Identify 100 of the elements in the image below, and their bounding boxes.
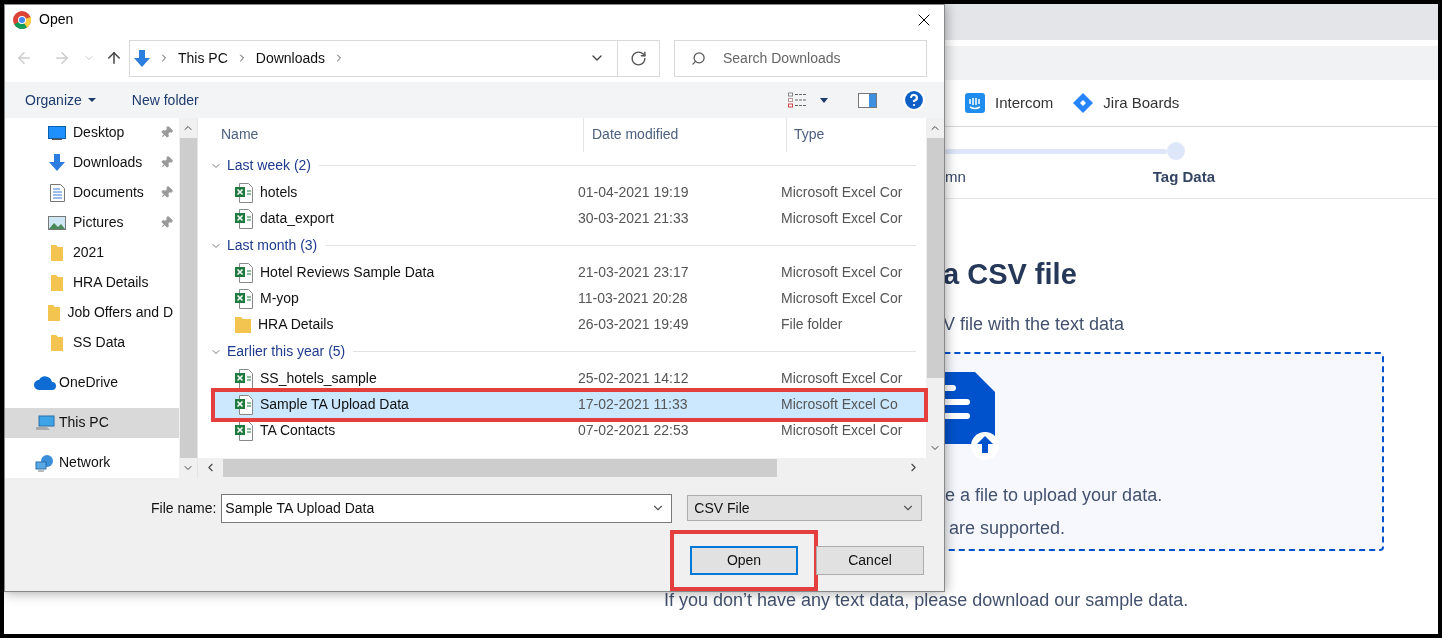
folder-icon — [48, 304, 61, 322]
breadcrumb-item[interactable]: This PC — [178, 47, 228, 69]
folder-icon — [51, 244, 63, 262]
nav-item[interactable]: Network — [5, 448, 179, 478]
column-header[interactable]: Date modified — [583, 118, 786, 152]
spreadsheet-icon — [235, 209, 253, 229]
diamond-icon — [1073, 93, 1094, 113]
breadcrumb-item[interactable]: Downloads — [255, 47, 326, 69]
bookmark-link[interactable]: Intercom — [995, 91, 1054, 115]
file-row[interactable]: M-yop 11-03-2021 20:28 Microsoft Excel Cor — [215, 286, 926, 312]
file-type: Microsoft Excel Cor — [781, 209, 903, 229]
bookmark-link[interactable]: Jira Boards — [1103, 91, 1180, 115]
group-header[interactable]: Last week (2) — [227, 155, 312, 177]
computer-icon — [35, 415, 55, 431]
down-arrow-icon — [134, 49, 150, 67]
file-row[interactable]: hotels 01-04-2021 19:19 Microsoft Excel Cor — [215, 180, 926, 206]
nav-label: Downloads — [73, 153, 143, 173]
file-row[interactable]: data_export 30-03-2021 21:33 Microsoft Excel Cor — [215, 206, 926, 232]
help-icon[interactable] — [902, 88, 926, 113]
file-date: 11-03-2021 20:28 — [578, 289, 689, 309]
spreadsheet-icon — [235, 263, 253, 283]
file-date: 21-03-2021 23:17 — [578, 263, 690, 283]
file-name: HRA Details — [258, 315, 334, 335]
dropzone-text: e a file to upload your data. — [945, 483, 1164, 507]
open-button[interactable]: Open — [690, 546, 798, 575]
new-folder-button[interactable]: New folder — [131, 89, 199, 111]
spreadsheet-icon — [235, 395, 253, 415]
nav-item[interactable]: Job Offers and D — [5, 298, 179, 328]
file-name-label: File name: — [151, 499, 217, 518]
file-row[interactable]: HRA Details 26-03-2021 19:49 File folder — [215, 312, 926, 338]
nav-label: Pictures — [73, 213, 124, 233]
chat-app-icon — [965, 93, 985, 113]
preview-pane-icon[interactable] — [858, 92, 877, 108]
file-type: Microsoft Excel Cor — [781, 421, 903, 441]
group-header[interactable]: Earlier this year (5) — [227, 341, 346, 363]
nav-label: SS Data — [73, 333, 126, 353]
nav-item[interactable]: This PC — [5, 408, 179, 438]
desktop-icon — [48, 126, 66, 140]
cloud-icon — [34, 376, 56, 390]
group-header[interactable]: Last month (3) — [227, 235, 318, 257]
folder-icon — [51, 274, 63, 292]
nav-item[interactable]: 2021 — [5, 238, 179, 268]
scrollbar[interactable] — [926, 118, 944, 458]
nav-item[interactable]: SS Data — [5, 328, 179, 358]
file-type: Microsoft Excel Cor — [781, 289, 903, 309]
file-date: 01-04-2021 19:19 — [578, 183, 690, 203]
search-field[interactable]: Search Downloads — [674, 39, 927, 77]
nav-item[interactable]: OneDrive — [5, 368, 179, 398]
file-row[interactable]: Hotel Reviews Sample Data 21-03-2021 23:17 Microsoft Excel Cor — [215, 260, 926, 286]
nav-label: Job Offers and D — [67, 303, 173, 323]
sample-data-text: If you don’t have any text data, please download our sample data. — [664, 588, 1189, 612]
nav-item[interactable]: Downloads — [5, 148, 179, 178]
column-header[interactable]: Type — [786, 118, 825, 152]
file-name: Sample TA Upload Data — [260, 395, 409, 415]
organize-button[interactable]: Organize — [25, 89, 96, 111]
spreadsheet-icon — [235, 421, 253, 441]
file-name: hotels — [260, 183, 298, 203]
network-icon — [35, 454, 55, 472]
address-bar[interactable]: This PC Downloads — [129, 39, 618, 77]
file-date: 30-03-2021 21:33 — [578, 209, 690, 229]
document-icon — [49, 184, 65, 202]
step-label: mn — [945, 167, 966, 187]
spreadsheet-icon — [235, 289, 253, 309]
folder-icon — [235, 316, 251, 334]
scrollbar[interactable] — [179, 118, 197, 478]
search-placeholder: Search Downloads — [723, 48, 841, 68]
file-type: File folder — [781, 315, 843, 335]
nav-label: Network — [59, 453, 111, 473]
spreadsheet-icon — [235, 183, 253, 203]
nav-item[interactable]: HRA Details — [5, 268, 179, 298]
nav-label: 2021 — [73, 243, 105, 263]
file-type: Microsoft Excel Cor — [781, 369, 903, 389]
file-name: Hotel Reviews Sample Data — [260, 263, 435, 283]
file-name-field[interactable]: Sample TA Upload Data — [221, 494, 673, 523]
spreadsheet-icon — [235, 369, 253, 389]
nav-label: Desktop — [73, 123, 125, 143]
nav-item[interactable]: Documents — [5, 178, 179, 208]
cancel-button[interactable]: Cancel — [816, 546, 924, 575]
nav-item[interactable]: Desktop — [5, 118, 179, 148]
file-name: TA Contacts — [260, 421, 336, 441]
folder-icon — [51, 334, 63, 352]
refresh-icon — [630, 49, 647, 67]
file-row[interactable]: Sample TA Upload Data 17-02-2021 11:33 Microsoft Excel Co — [215, 392, 924, 418]
nav-item[interactable]: Pictures — [5, 208, 179, 238]
column-header[interactable]: Name — [198, 124, 583, 146]
window-title: Open — [39, 10, 74, 30]
caret-icon[interactable] — [820, 97, 828, 103]
file-type: Microsoft Excel Cor — [781, 183, 903, 203]
file-type: Microsoft Excel Co — [781, 395, 898, 415]
step-label: Tag Data — [1152, 167, 1215, 187]
file-type: Microsoft Excel Cor — [781, 263, 903, 283]
browser-logo-icon — [13, 10, 31, 29]
scrollbar[interactable] — [198, 458, 944, 478]
refresh-button[interactable] — [618, 39, 660, 77]
down-arrow-icon — [49, 154, 65, 172]
view-options-icon[interactable] — [788, 92, 808, 109]
nav-label: This PC — [59, 413, 109, 433]
file-type-select[interactable]: CSV File — [687, 495, 923, 522]
nav-label: OneDrive — [59, 373, 119, 393]
file-date: 26-03-2021 19:49 — [578, 315, 690, 335]
